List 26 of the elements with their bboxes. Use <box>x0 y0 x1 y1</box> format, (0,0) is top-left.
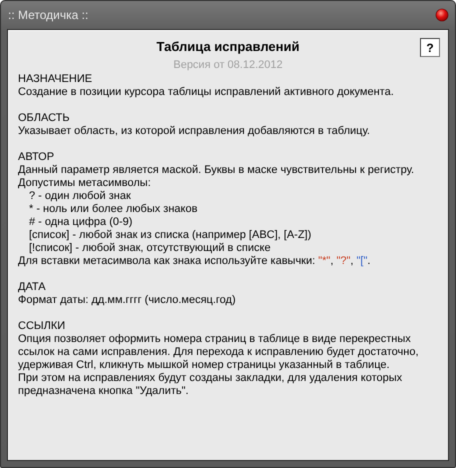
help-button[interactable]: ? <box>420 38 440 57</box>
text-line: Допустимы метасимволы: <box>18 177 152 190</box>
text-line: ссылок на сами исправления. Для перехода к исправлению будет достаточно, <box>18 346 420 359</box>
list-line: # - одна цифра (0-9) <box>28 216 134 229</box>
text-line: Указывает область, из которой исправления добавляются в таблицу. <box>18 125 371 138</box>
text-line: Опция позволяет оформить номера страниц в таблице в виде перекрестных <box>18 333 412 346</box>
section-heading: ОБЛАСТЬ <box>18 112 71 125</box>
section-heading: АВТОР <box>18 151 56 164</box>
list-line: ? - один любой знак <box>28 190 132 203</box>
close-icon[interactable] <box>435 8 449 22</box>
version-label: Версия от 08.12.2012 <box>172 58 284 73</box>
section-heading: ДАТА <box>18 281 47 294</box>
list-line: [список] - любой знак из списка (например [ABC], [A-Z]) <box>28 229 312 242</box>
document-title: Таблица исправлений <box>156 38 300 54</box>
text-line: предназначена кнопка "Удалить". <box>18 385 190 398</box>
text-line: Создание в позиции курсора таблицы исправлений активного документа. <box>18 86 395 99</box>
text-line: Формат даты: дд.мм.гггг (число.месяц.год) <box>18 294 237 307</box>
text-line: удерживая Ctrl, кликнуть мышкой номер страницы указанный в таблице. <box>18 359 391 372</box>
text-line: При этом на исправлениях будут созданы закладки, для удаления которых <box>18 372 404 385</box>
text-line: Данный параметр является маской. Буквы в маске чувствительны к регистру. <box>18 164 416 177</box>
list-line: [!список] - любой знак, отсутствующий в списке <box>28 242 272 255</box>
section-heading: НАЗНАЧЕНИЕ <box>18 73 94 86</box>
section-heading: ССЫЛКИ <box>18 320 66 333</box>
list-line: * - ноль или более любых знаков <box>28 203 198 216</box>
window-title: :: Методичка :: <box>7 8 88 22</box>
text-line: Для вставки метасимвола как знака используйте кавычки: "*", "?", "[". <box>18 255 372 268</box>
